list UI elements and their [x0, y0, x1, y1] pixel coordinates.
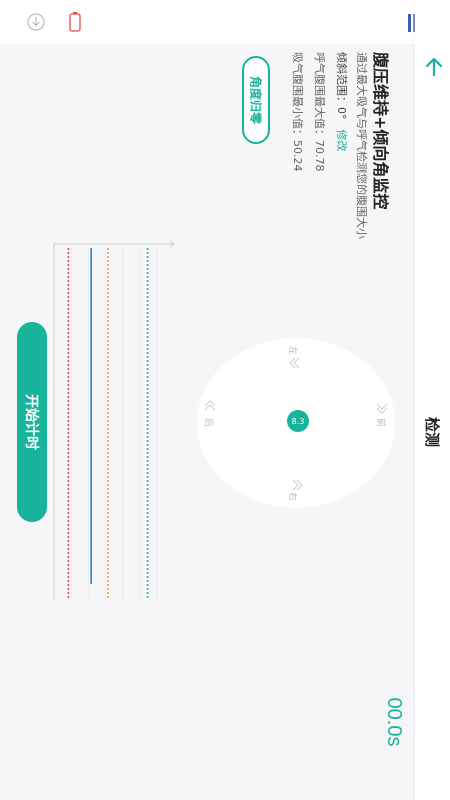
chevron-left-icon [289, 357, 300, 369]
battery-icon [69, 12, 81, 32]
status-strip [0, 0, 450, 44]
description-text: 通过最大吸气与呼气检测您的腹围大小 [355, 52, 368, 239]
dial-label-right: 右 [287, 491, 298, 502]
dial-label-left: 左 [287, 345, 298, 356]
modify-link[interactable]: 修改 [335, 130, 348, 152]
breath-chart [53, 240, 175, 600]
app-bar [415, 0, 450, 800]
tilt-range-row: 倾斜范围：0° 修改 [334, 52, 350, 152]
page-header-title: 检测 [423, 417, 442, 448]
start-timer-button[interactable]: 开始计时 [17, 322, 47, 522]
chevron-down-icon [204, 400, 216, 411]
dial-label-front: 前 [375, 417, 386, 428]
download-icon[interactable] [27, 13, 45, 31]
chevron-right-icon [292, 479, 303, 491]
back-arrow-icon[interactable] [423, 56, 445, 78]
exhale-max-text: 呼气腹围最大值：70.78 [313, 52, 326, 172]
tilt-range-label: 倾斜范围：0° [335, 52, 348, 120]
dial-center-indicator: 8.3 [287, 410, 309, 432]
dial-label-back: 后 [203, 417, 214, 428]
inhale-min-text: 吸气腹围最小值：50.24 [291, 52, 304, 172]
chevron-up-icon [376, 403, 388, 414]
angle-dial: 前 后 左 右 8.3 [197, 338, 395, 508]
timer-readout: 00.0s [383, 697, 406, 747]
reset-angle-button[interactable]: 角度归零 [242, 56, 270, 144]
page-title: 腹压维持+倾向角监控 [371, 52, 390, 210]
reset-angle-label: 角度归零 [248, 75, 263, 125]
start-timer-label: 开始计时 [23, 394, 39, 450]
